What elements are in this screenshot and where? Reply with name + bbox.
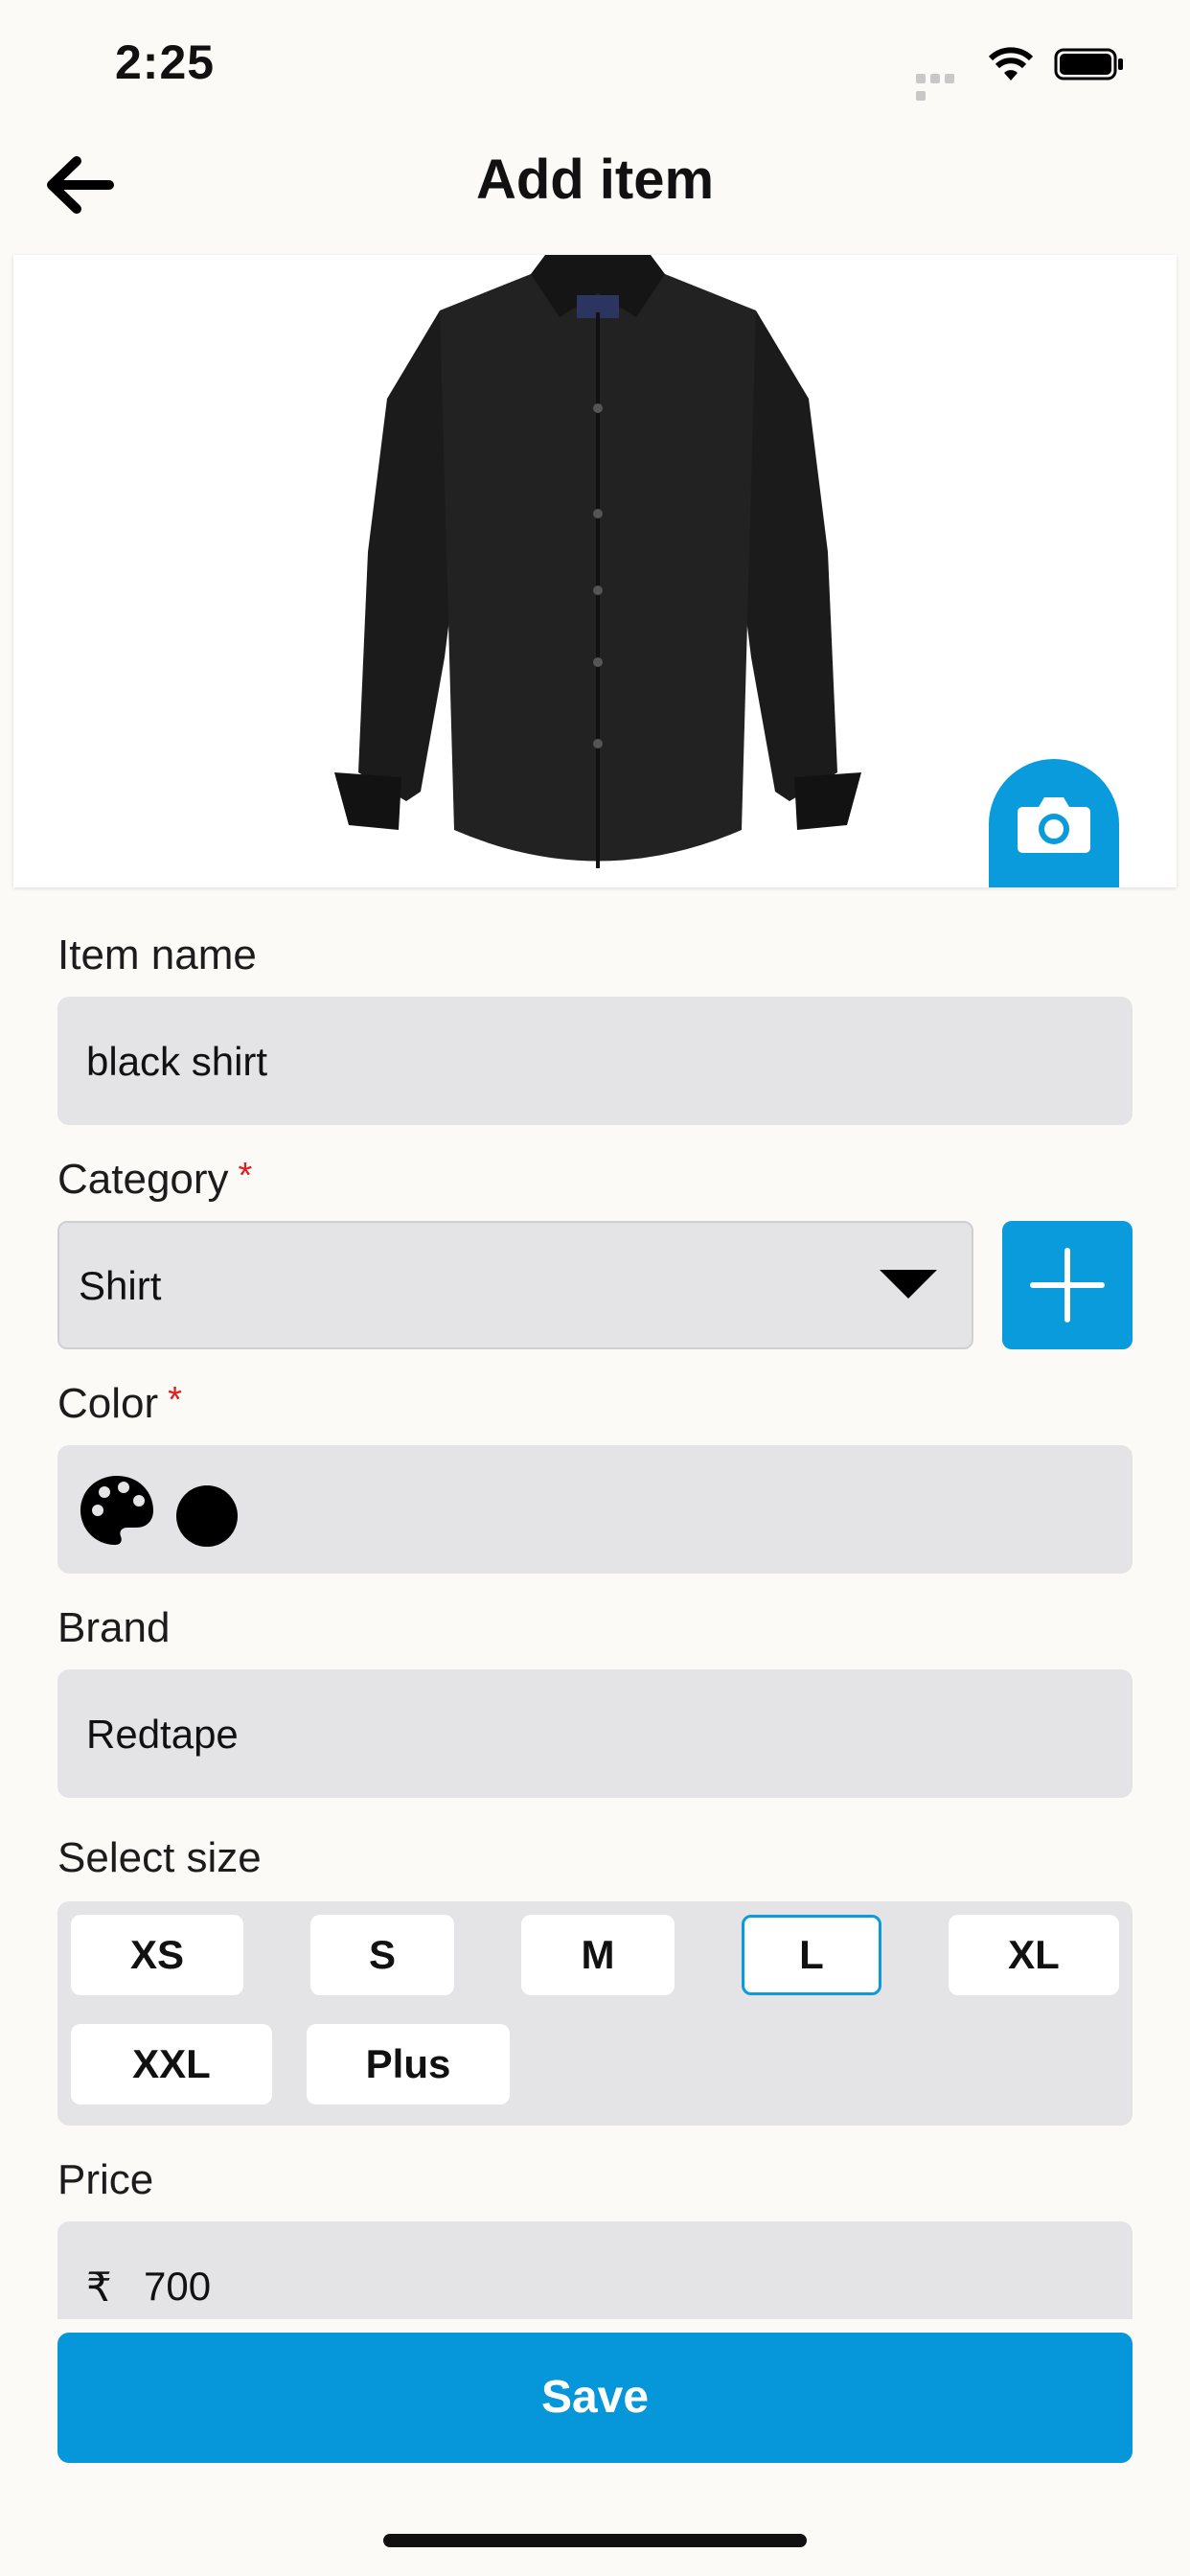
color-label: Color * [57, 1380, 182, 1428]
camera-icon [1018, 797, 1090, 853]
required-mark: * [238, 1156, 253, 1196]
required-mark: * [168, 1380, 182, 1420]
chevron-down-icon [880, 1270, 937, 1299]
color-label-text: Color [57, 1380, 159, 1427]
price-label: Price [57, 2156, 154, 2203]
price-value: 700 [144, 2264, 212, 2309]
back-arrow-icon[interactable] [42, 151, 115, 218]
category-label: Category * [57, 1156, 252, 1204]
size-chip-plus[interactable]: Plus [307, 2024, 510, 2104]
plus-icon [1030, 1248, 1105, 1322]
size-chip-m[interactable]: M [521, 1915, 675, 1995]
brand-label: Brand [57, 1604, 171, 1651]
size-selector: XS S M L XL XXL Plus [57, 1901, 1133, 2126]
color-picker-field[interactable] [57, 1445, 1133, 1574]
currency-symbol: ₹ [86, 2265, 112, 2310]
size-chip-xs[interactable]: XS [71, 1915, 243, 1995]
brand-field[interactable]: Redtape [57, 1669, 1133, 1798]
save-button[interactable]: Save [57, 2333, 1133, 2463]
select-size-label: Select size [57, 1834, 262, 1881]
category-value: Shirt [79, 1263, 162, 1308]
item-name-field[interactable]: black shirt [57, 997, 1133, 1125]
camera-button[interactable] [989, 759, 1119, 887]
price-field[interactable]: ₹ 700 [57, 2221, 1133, 2319]
palette-icon [80, 1476, 153, 1545]
wifi-icon [988, 47, 1034, 80]
size-chip-l[interactable]: L [742, 1915, 881, 1995]
selected-color-swatch[interactable] [176, 1485, 238, 1547]
add-category-button[interactable] [1002, 1221, 1133, 1349]
brand-value: Redtape [86, 1712, 239, 1757]
item-name-label: Item name [57, 932, 257, 978]
size-chip-xl[interactable]: XL [949, 1915, 1119, 1995]
size-chip-xxl[interactable]: XXL [71, 2024, 272, 2104]
cellular-signal-icon [916, 71, 972, 101]
status-time: 2:25 [115, 35, 216, 89]
shirt-image [330, 255, 866, 887]
category-label-text: Category [57, 1156, 229, 1203]
item-name-value: black shirt [86, 1039, 268, 1084]
category-select[interactable]: Shirt [57, 1221, 973, 1349]
size-chip-s[interactable]: S [310, 1915, 454, 1995]
page-title: Add item [475, 149, 715, 211]
home-indicator[interactable] [383, 2534, 807, 2547]
battery-icon [1054, 48, 1123, 80]
